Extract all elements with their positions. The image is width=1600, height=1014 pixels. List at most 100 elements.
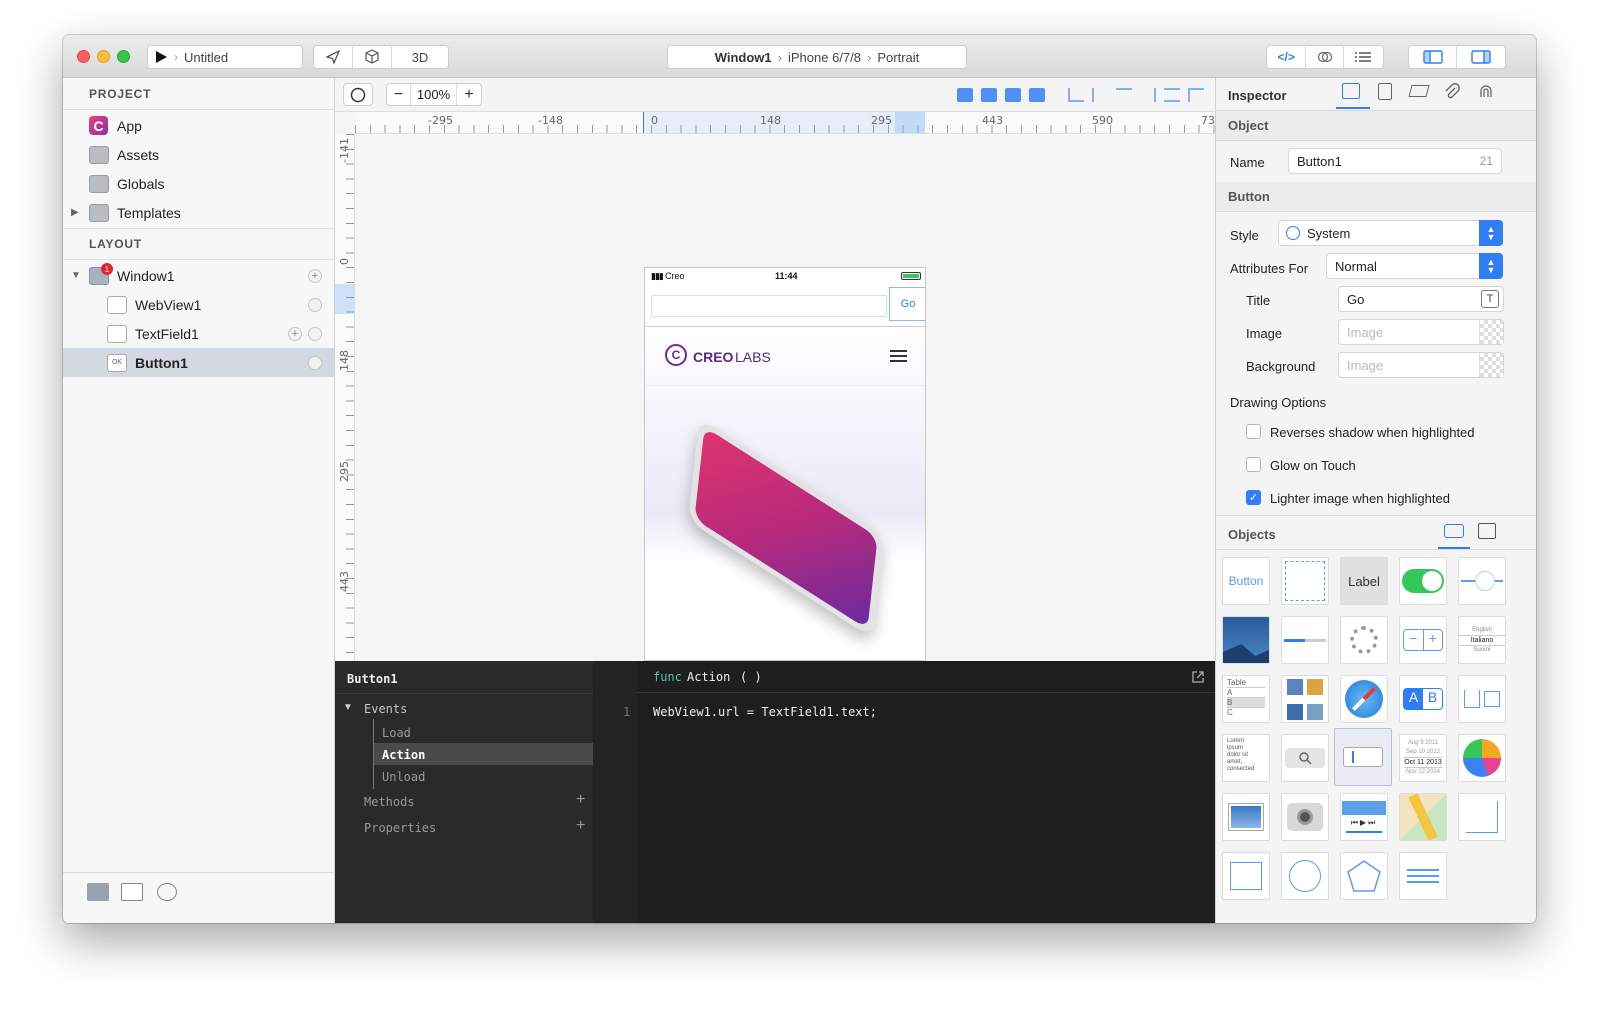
external-open-icon[interactable] [1191, 670, 1205, 684]
object-rectangle[interactable] [1222, 852, 1270, 900]
object-line[interactable] [1458, 793, 1506, 841]
disclosure-triangle-icon[interactable]: ▶ [71, 207, 79, 218]
align-edges-icon[interactable] [1188, 88, 1204, 102]
methods-group[interactable]: Methods [364, 795, 415, 809]
shape-tool-button[interactable] [343, 83, 373, 106]
object-collection-view[interactable] [1281, 675, 1329, 723]
breadcrumb-device[interactable]: iPhone 6/7/8 [788, 50, 861, 65]
layout-item-textfield1[interactable]: TextField1 + [63, 319, 334, 348]
event-unload[interactable]: Unload [382, 770, 425, 784]
send-to-back-icon[interactable] [1029, 88, 1045, 102]
design-canvas[interactable]: − 100% + -295 -148 0 148 295 443 590 73 … [335, 78, 1215, 661]
bring-forward-icon[interactable] [957, 88, 973, 102]
visibility-toggle[interactable] [308, 297, 322, 312]
align-left-icon[interactable] [1068, 88, 1084, 102]
hamburger-menu-icon[interactable] [890, 350, 907, 362]
object-segmented-control[interactable]: AB [1399, 675, 1447, 723]
glow-on-touch-checkbox[interactable] [1246, 457, 1261, 472]
image-well-icon[interactable] [1479, 320, 1503, 344]
event-load[interactable]: Load [382, 726, 411, 740]
image-field[interactable]: Image [1338, 319, 1504, 345]
object-checklist[interactable] [1399, 852, 1447, 900]
device-preview-window1[interactable]: ▮▮▮ Creo 11:44 Go C CREO LABS [644, 267, 926, 661]
align-right-icon[interactable] [1140, 88, 1156, 102]
image-well-icon[interactable] [1479, 353, 1503, 377]
breadcrumb-orientation[interactable]: Portrait [877, 50, 919, 65]
object-progress[interactable] [1281, 616, 1329, 664]
add-code-icon[interactable] [121, 883, 143, 901]
sidebar-item-app[interactable]: C App [63, 111, 334, 140]
preview-toggle-button[interactable] [1306, 46, 1344, 68]
sidebar-item-templates[interactable]: ▶ Templates [63, 198, 334, 227]
properties-group[interactable]: Properties [364, 821, 436, 835]
breadcrumb-window[interactable]: Window1 [715, 50, 772, 65]
object-text-view[interactable]: Lorem ipsum dolor sit amet, consected [1222, 734, 1270, 782]
object-camera[interactable] [1281, 793, 1329, 841]
object-toolbar[interactable] [1458, 675, 1506, 723]
ruler-tab-icon[interactable] [1378, 83, 1392, 100]
minimize-window-button[interactable] [97, 50, 110, 63]
object-map[interactable] [1399, 793, 1447, 841]
lighter-image-checkbox[interactable]: ✓ [1246, 490, 1261, 505]
toggle-left-panel-button[interactable] [1409, 46, 1458, 68]
attributes-tab-icon[interactable] [1342, 83, 1360, 99]
webview1[interactable]: C CREO LABS [645, 328, 925, 660]
add-plugin-icon[interactable] [157, 883, 177, 901]
zoom-out-button[interactable]: − [387, 84, 411, 105]
add-child-button[interactable]: + [288, 326, 302, 341]
paperclip-tab-icon[interactable] [1444, 83, 1460, 101]
list-view-button[interactable] [1344, 46, 1383, 68]
textfield1[interactable] [651, 295, 887, 317]
run-scheme-selector[interactable]: › Untitled [147, 45, 303, 69]
package-button[interactable] [353, 46, 392, 68]
layout-item-window1[interactable]: ▼ 1 Window1 + [63, 261, 334, 290]
play-icon[interactable] [154, 50, 168, 64]
object-image-view[interactable] [1222, 616, 1270, 664]
layout-item-webview1[interactable]: WebView1 [63, 290, 334, 319]
code-line[interactable]: WebView1.url = TextField1.text; [653, 705, 877, 719]
attributes-for-select[interactable]: Normal ▲ ▼ [1326, 253, 1503, 279]
zoom-level[interactable]: 100% [411, 84, 457, 105]
text-format-icon[interactable]: T [1481, 290, 1499, 308]
object-label[interactable]: Label [1340, 557, 1388, 605]
code-area[interactable]: func Action ( ) WebView1.url = TextField… [637, 661, 1215, 923]
object-button[interactable]: Button [1222, 557, 1270, 605]
add-window-icon[interactable] [87, 883, 109, 901]
object-web-view[interactable] [1340, 675, 1388, 723]
send-button[interactable] [314, 46, 353, 68]
object-media-player[interactable]: ⏮▶⏭ [1340, 793, 1388, 841]
add-method-button[interactable]: + [576, 791, 585, 809]
disclosure-triangle-down-icon[interactable]: ▼ [71, 270, 81, 281]
disclosure-triangle-down-icon[interactable]: ▼ [343, 702, 353, 713]
send-backward-icon[interactable] [1005, 88, 1021, 102]
object-date-picker[interactable]: Aug 9 2011 Sep 10 2012 Oct 11 2013 Nov 1… [1399, 734, 1447, 782]
zoom-window-button[interactable] [117, 50, 130, 63]
visibility-toggle[interactable] [308, 355, 322, 370]
style-select[interactable]: System ▲ ▼ [1278, 220, 1503, 246]
close-window-button[interactable] [77, 50, 90, 63]
layers-tab-icon[interactable] [1408, 85, 1430, 97]
button1[interactable]: Go [889, 287, 925, 321]
reverses-shadow-checkbox[interactable] [1246, 424, 1261, 439]
object-polygon[interactable] [1340, 852, 1388, 900]
background-field[interactable]: Image [1338, 352, 1504, 378]
visibility-toggle[interactable] [308, 326, 322, 341]
event-action[interactable]: Action [382, 748, 425, 762]
object-gallery[interactable] [1222, 793, 1270, 841]
align-top-icon[interactable] [1116, 88, 1132, 102]
view-3d-button[interactable]: 3D [392, 46, 448, 68]
snippets-tab-icon[interactable] [1478, 523, 1496, 539]
object-oval[interactable] [1281, 852, 1329, 900]
layout-item-button1[interactable]: OK Button1 [63, 348, 334, 377]
object-activity-indicator[interactable] [1340, 616, 1388, 664]
add-property-button[interactable]: + [576, 817, 585, 835]
object-search-bar[interactable] [1281, 734, 1329, 782]
object-view[interactable] [1281, 557, 1329, 605]
zoom-in-button[interactable]: + [457, 84, 481, 105]
object-chart[interactable] [1458, 734, 1506, 782]
add-child-button[interactable]: + [308, 268, 322, 283]
objects-tab-icon[interactable] [1444, 524, 1464, 538]
object-picker[interactable]: English Italiano Suomi [1458, 616, 1506, 664]
title-field[interactable]: Go T [1338, 286, 1504, 312]
object-slider[interactable] [1458, 557, 1506, 605]
